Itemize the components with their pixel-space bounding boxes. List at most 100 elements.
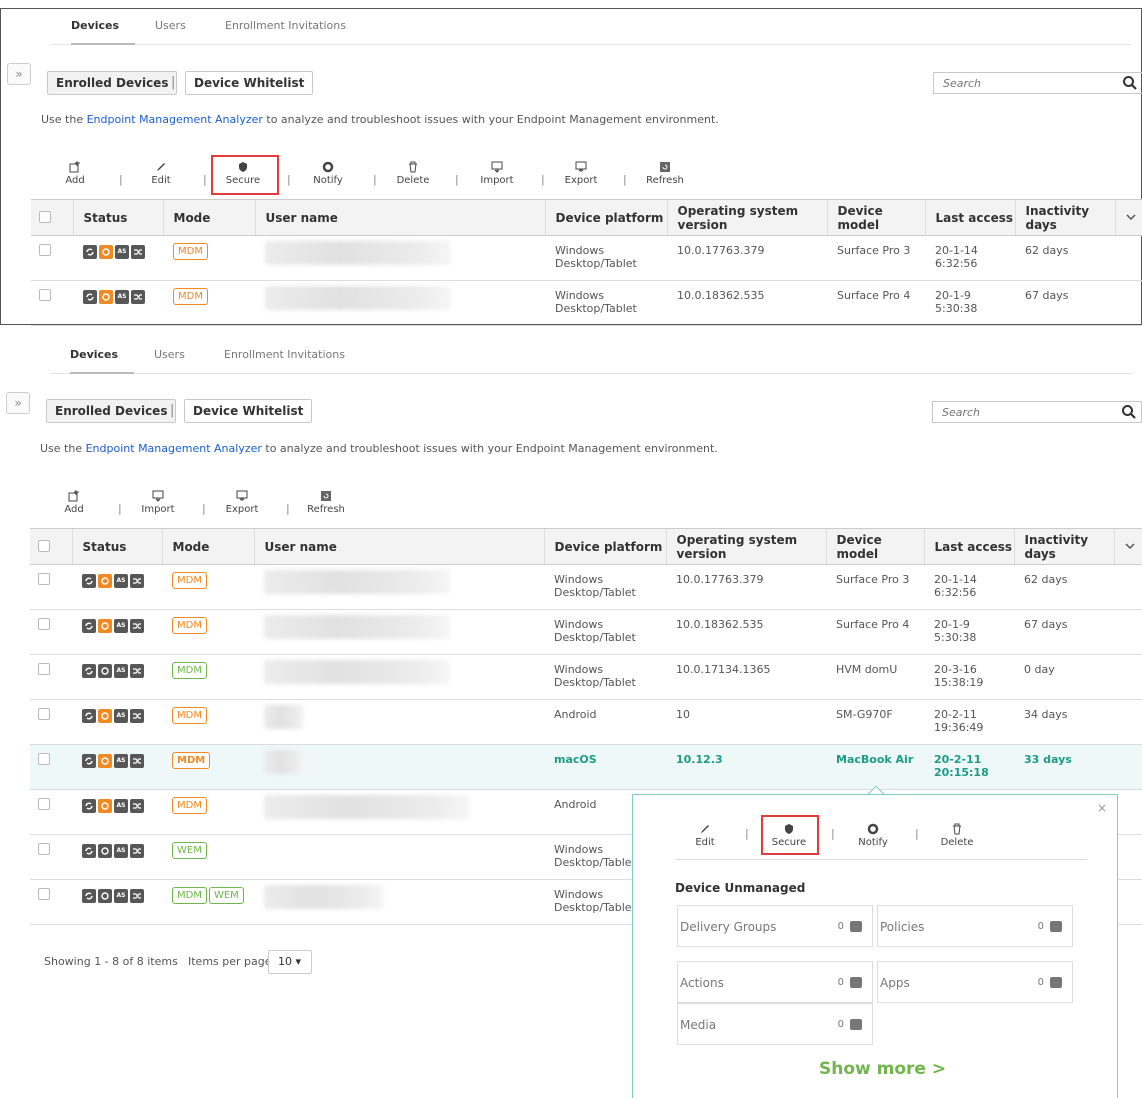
column-status[interactable]: Status (71, 528, 162, 565)
row-checkbox[interactable] (39, 244, 51, 256)
table-row[interactable]: AS MDM Android 10 SM-G970F 20-2-11 19:36:49 34… (30, 699, 1142, 745)
column-mode[interactable]: Mode (162, 199, 255, 236)
import-button[interactable]: Import (128, 490, 188, 515)
column-status[interactable]: Status (72, 199, 163, 236)
search-icon[interactable] (1122, 75, 1138, 91)
column-user-name[interactable]: User name (254, 199, 545, 236)
enrolled-devices-button[interactable]: Enrolled Devices (46, 399, 177, 423)
popup-separator: | (745, 827, 749, 840)
table-row[interactable]: AS MDM macOS 10.12.3 MacBook Air 20-2-11 20:1… (30, 744, 1142, 790)
enrolled-devices-button[interactable]: Enrolled Devices (47, 71, 178, 95)
add-button[interactable]: Add (44, 490, 104, 515)
popup-delete-button[interactable]: Delete (927, 823, 987, 848)
column-device-model[interactable]: Device model (826, 199, 925, 236)
table-row[interactable]: AS MDM Windows Desktop/Tablet 10.0.18362.53… (30, 609, 1142, 655)
popup-notify-button[interactable]: Notify (843, 823, 903, 848)
column-device-model[interactable]: Device model (825, 528, 924, 565)
media-cell[interactable]: Media 0 (677, 1003, 873, 1045)
media-count: 0 (837, 1019, 844, 1030)
inactivity-cell: 0 day (1014, 654, 1114, 700)
expand-sidebar-button[interactable]: » (7, 63, 31, 85)
toolbar-separator: | (541, 173, 545, 186)
notify-button[interactable]: Notify (298, 161, 358, 186)
column-inactivity-days[interactable]: Inactivity days (1014, 199, 1115, 236)
secure-highlight-box (761, 815, 819, 855)
refresh-button[interactable]: Refresh (635, 161, 695, 186)
row-checkbox[interactable] (38, 843, 50, 855)
column-chooser[interactable] (1113, 528, 1142, 565)
delete-button[interactable]: Delete (383, 161, 443, 186)
row-checkbox[interactable] (38, 798, 50, 810)
tab-devices[interactable]: Devices (70, 348, 118, 361)
status-icons: AS (82, 664, 144, 678)
delivery-groups-cell[interactable]: Delivery Groups 0 (677, 905, 873, 947)
as-label: AS (117, 293, 127, 300)
column-user-name[interactable]: User name (253, 528, 544, 565)
tab-devices[interactable]: Devices (71, 19, 119, 32)
chevron-down-icon (1125, 213, 1136, 220)
row-checkbox[interactable] (38, 753, 50, 765)
column-device-platform[interactable]: Device platform (544, 199, 667, 236)
edit-button[interactable]: Edit (131, 161, 191, 186)
mode-badge: WEM (208, 887, 244, 904)
select-all-checkbox[interactable] (39, 210, 51, 223)
column-last-access[interactable]: Last access (923, 528, 1014, 565)
refresh-button[interactable]: Refresh (296, 490, 356, 515)
analyzer-link[interactable]: Endpoint Management Analyzer (87, 113, 263, 126)
tab-users[interactable]: Users (154, 348, 185, 361)
table-row[interactable]: AS MDM Windows Desktop/Tablet 10.0.18362.53… (31, 280, 1142, 326)
row-extra-cell (1115, 235, 1142, 281)
search-input[interactable] (934, 73, 1120, 93)
tab-users[interactable]: Users (155, 19, 186, 32)
row-checkbox[interactable] (38, 888, 50, 900)
row-checkbox[interactable] (39, 289, 51, 301)
add-button[interactable]: Add (45, 161, 105, 186)
table-row[interactable]: AS MDM Windows Desktop/Tablet 10.0.17763.37… (31, 235, 1142, 281)
apps-cell[interactable]: Apps 0 (877, 961, 1073, 1003)
chevron-down-icon (1124, 542, 1135, 549)
search-input[interactable] (933, 402, 1119, 422)
column-device-platform[interactable]: Device platform (543, 528, 666, 565)
analyzer-text-before: Use the (41, 113, 87, 126)
tab-enrollment-invitations[interactable]: Enrollment Invitations (225, 19, 346, 32)
apps-icon (1050, 977, 1062, 988)
row-checkbox[interactable] (38, 708, 50, 720)
show-more-link[interactable]: Show more > (819, 1059, 946, 1079)
popup-divider (675, 859, 1087, 860)
user-name-cell (254, 834, 544, 880)
import-button[interactable]: Import (467, 161, 527, 186)
tab-enrollment-invitations[interactable]: Enrollment Invitations (224, 348, 345, 361)
column-os-version[interactable]: Operating system version (665, 528, 826, 565)
row-checkbox[interactable] (38, 663, 50, 675)
popup-edit-button[interactable]: Edit (675, 823, 735, 848)
status-cell: AS (72, 744, 162, 790)
as-label: AS (116, 577, 126, 584)
device-whitelist-button[interactable]: Device Whitelist (184, 399, 313, 423)
items-per-page-select[interactable]: 10 ▾ (268, 950, 312, 974)
status-icons: AS (83, 290, 145, 304)
user-name-redacted (264, 885, 384, 909)
actions-cell[interactable]: Actions 0 (677, 961, 873, 1003)
close-icon[interactable]: × (1097, 801, 1107, 815)
row-checkbox[interactable] (38, 573, 50, 585)
table-row[interactable]: AS MDM Windows Desktop/Tablet 10.0.17763.37… (30, 564, 1142, 610)
expand-sidebar-button[interactable]: » (6, 392, 30, 414)
status-icons: AS (82, 844, 144, 858)
column-inactivity-days[interactable]: Inactivity days (1013, 528, 1114, 565)
row-checkbox[interactable] (38, 618, 50, 630)
column-chooser[interactable] (1114, 199, 1142, 236)
policies-cell[interactable]: Policies 0 (877, 905, 1073, 947)
shuffle-icon (130, 844, 144, 858)
column-last-access[interactable]: Last access (924, 199, 1015, 236)
analyzer-link[interactable]: Endpoint Management Analyzer (86, 442, 262, 455)
select-all-checkbox[interactable] (38, 539, 50, 552)
table-row[interactable]: AS MDM Windows Desktop/Tablet 10.0.17134.13… (30, 654, 1142, 700)
export-button[interactable]: Export (212, 490, 272, 515)
column-mode[interactable]: Mode (161, 528, 254, 565)
mode-badge: MDM (172, 707, 207, 724)
device-whitelist-button[interactable]: Device Whitelist (185, 71, 314, 95)
export-button[interactable]: Export (551, 161, 611, 186)
column-os-version[interactable]: Operating system version (666, 199, 827, 236)
search-icon[interactable] (1121, 404, 1137, 420)
status-cell: AS (72, 879, 162, 925)
